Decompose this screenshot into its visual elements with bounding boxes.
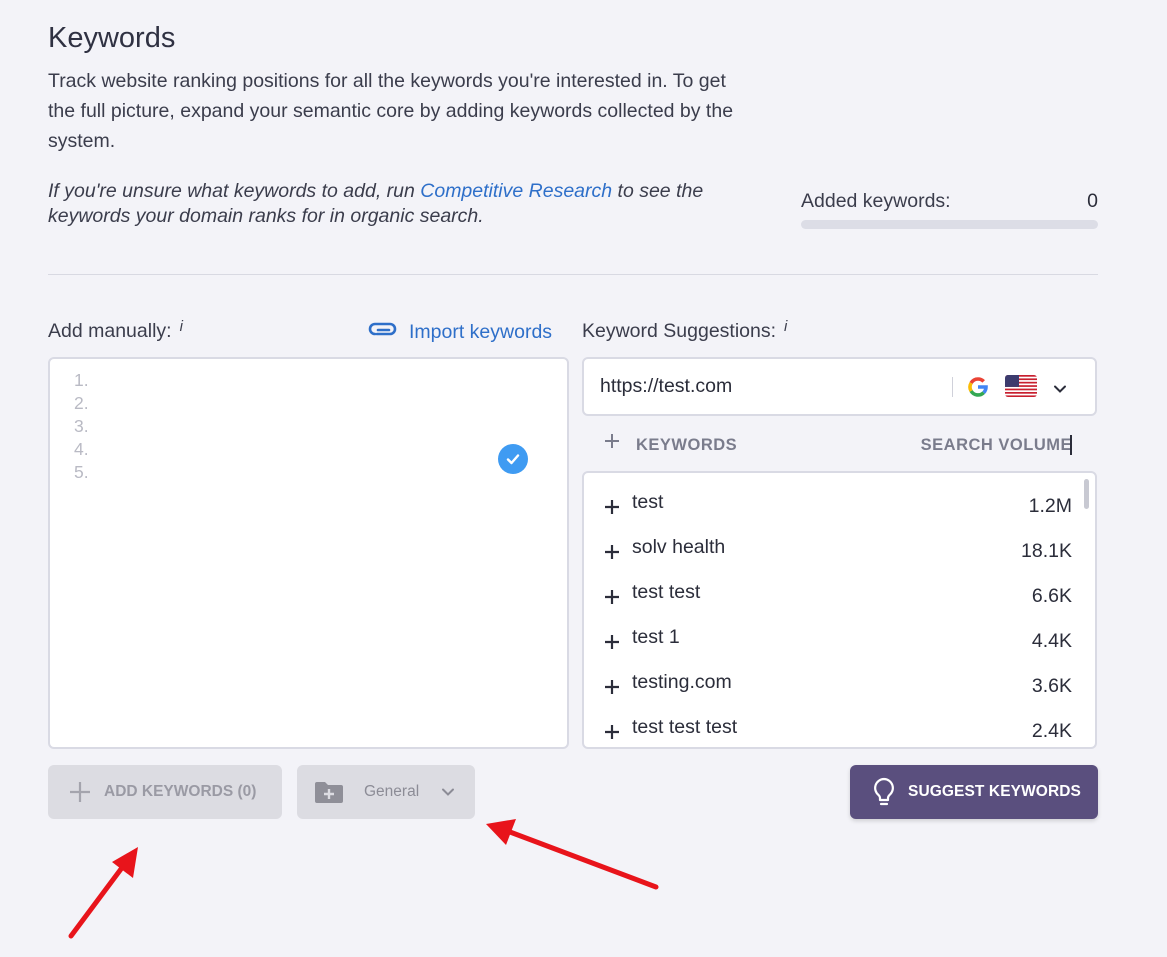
suggest-keywords-button[interactable]: SUGGEST KEYWORDS: [850, 765, 1098, 819]
plus-icon[interactable]: [603, 723, 621, 746]
keyword-volume: 18.1K: [1021, 540, 1072, 562]
list-item[interactable]: test test 6.6K: [584, 563, 1091, 608]
list-item[interactable]: testing.com 3.6K: [584, 653, 1091, 698]
text-cursor: [1070, 435, 1072, 455]
competitive-research-link[interactable]: Competitive Research: [420, 180, 612, 202]
us-flag-icon[interactable]: [1005, 375, 1037, 397]
import-keywords-link[interactable]: Import keywords: [367, 320, 552, 344]
list-item[interactable]: solv health 18.1K: [584, 518, 1091, 563]
keyword-volume: 6.6K: [1031, 585, 1072, 607]
page-title: Keywords: [48, 22, 176, 54]
list-item[interactable]: test test test 2.4K: [584, 698, 1091, 743]
column-header-keywords[interactable]: KEYWORDS: [636, 436, 737, 455]
keyword-text: testing.com: [632, 671, 732, 693]
keyword-text: test: [632, 491, 664, 513]
page-intro: Track website ranking positions for all …: [48, 70, 734, 152]
keyword-text: test 1: [632, 626, 680, 648]
add-manually-info-icon[interactable]: i: [180, 318, 183, 335]
keyword-suggestions-list[interactable]: test 1.2M solv health 18.1K test test 6.…: [582, 471, 1097, 749]
added-keywords-label: Added keywords:: [801, 190, 951, 212]
column-header-search-volume[interactable]: SEARCH VOLUME: [900, 436, 1072, 455]
list-item[interactable]: test 1 4.4K: [584, 608, 1091, 653]
google-icon[interactable]: [965, 374, 991, 405]
line-number: 1.: [74, 370, 89, 390]
folder-plus-icon: [314, 780, 344, 804]
url-input-value: https://test.com: [600, 375, 733, 397]
page-hint: If you're unsure what keywords to add, r…: [48, 179, 748, 229]
keyword-volume: 4.4K: [1031, 630, 1072, 652]
list-item[interactable]: test 1.2M: [584, 473, 1091, 518]
url-separator: [952, 377, 953, 397]
list-scrollbar[interactable]: [1084, 479, 1089, 509]
line-number: 4.: [74, 439, 89, 459]
keyword-suggestions-label: Keyword Suggestions: i: [582, 318, 787, 343]
line-number: 5.: [74, 462, 89, 482]
keyword-suggestions-info-icon[interactable]: i: [784, 318, 787, 335]
keyword-text: solv health: [632, 536, 726, 558]
paperclip-icon: [367, 320, 399, 344]
keyword-volume: 3.6K: [1031, 675, 1072, 697]
keyword-group-value: General: [364, 783, 420, 800]
add-keywords-label: ADD KEYWORDS (0): [104, 783, 257, 800]
check-icon: [498, 444, 528, 474]
add-manually-text: Add manually:: [48, 320, 172, 342]
section-divider: [48, 274, 1098, 275]
line-number: 3.: [74, 416, 89, 436]
add-keywords-button[interactable]: ADD KEYWORDS (0): [48, 765, 282, 819]
keyword-text: test test test: [632, 716, 738, 738]
line-number: 2.: [74, 393, 89, 413]
hint-prefix: If you're unsure what keywords to add, r…: [48, 180, 421, 202]
annotation-arrow: [486, 819, 659, 890]
keyword-volume: 1.2M: [1028, 495, 1072, 517]
chevron-down-icon[interactable]: [1053, 381, 1067, 399]
keyword-group-select[interactable]: General: [297, 765, 475, 819]
manual-keywords-textarea[interactable]: [48, 357, 569, 749]
plus-icon: [68, 780, 92, 804]
import-keywords-label: Import keywords: [409, 320, 553, 343]
chevron-down-icon: [441, 787, 455, 797]
keyword-suggestions-text: Keyword Suggestions:: [582, 320, 777, 342]
suggest-keywords-label: SUGGEST KEYWORDS: [908, 783, 1081, 800]
line-numbers: 1. 2. 3. 4. 5.: [74, 369, 89, 484]
lightbulb-icon: [872, 777, 896, 807]
add-all-plus-icon[interactable]: [603, 432, 621, 455]
added-keywords-count: 0: [1087, 190, 1098, 212]
add-manually-label: Add manually: i: [48, 318, 183, 343]
annotation-arrow: [68, 847, 138, 939]
keyword-volume: 2.4K: [1031, 720, 1072, 742]
keyword-text: test test: [632, 581, 701, 603]
added-keywords-progress: [801, 220, 1098, 229]
